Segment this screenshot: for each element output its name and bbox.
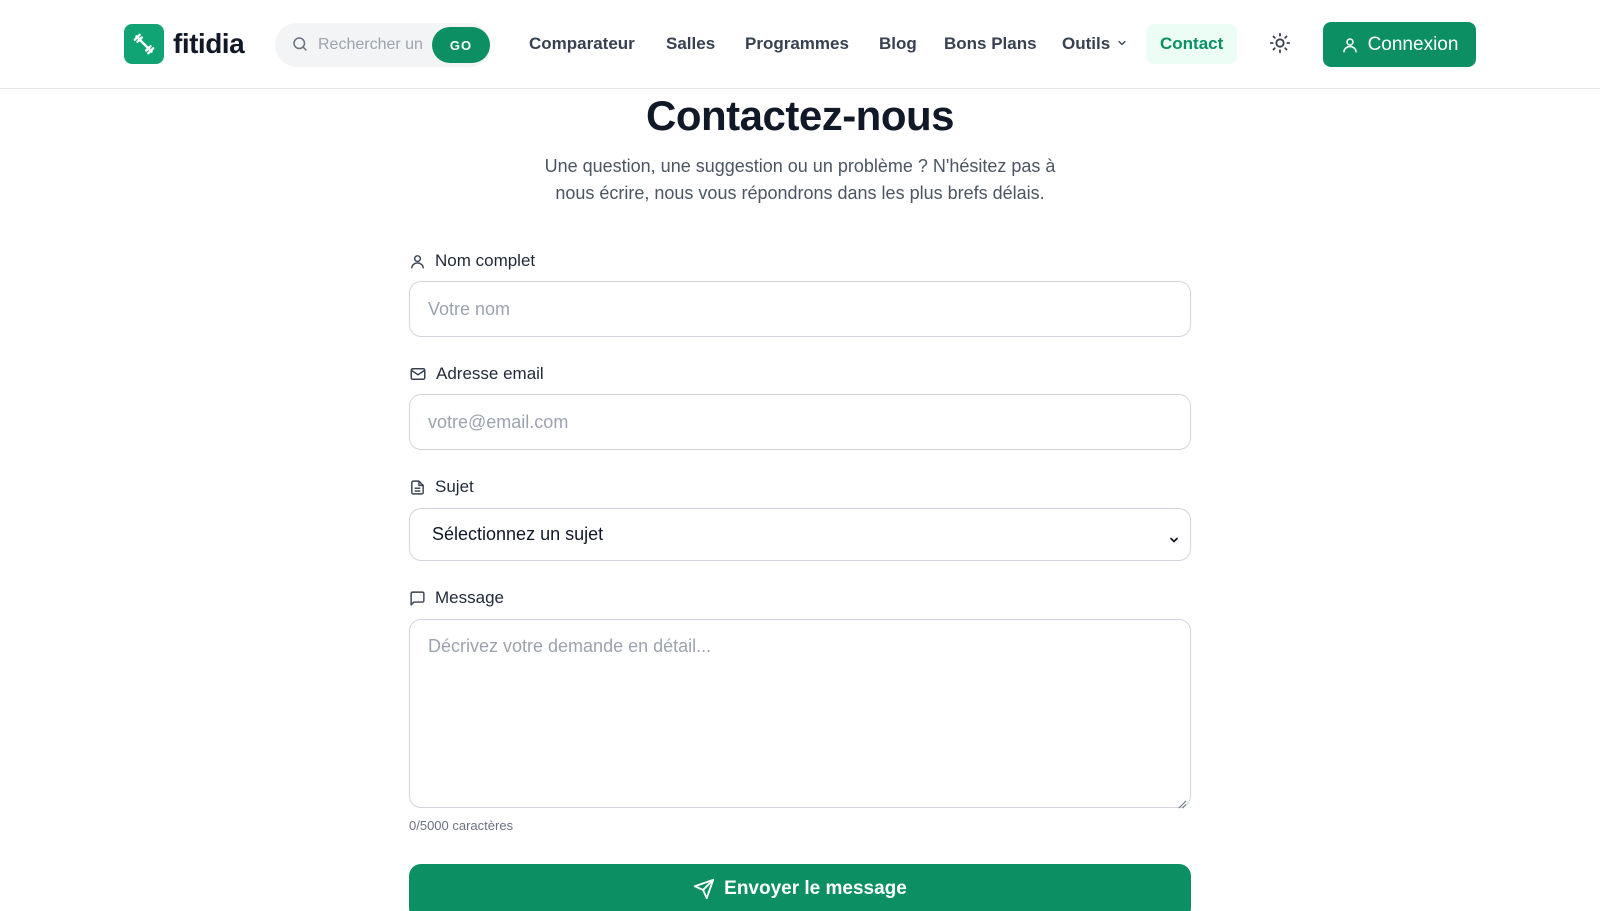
nav-item-contact[interactable]: Contact [1146, 24, 1238, 64]
nav-item-outils[interactable]: Outils [1062, 24, 1128, 64]
chevron-down-icon [1168, 530, 1180, 551]
brand-logo[interactable]: fitidia [124, 24, 245, 64]
dumbbell-icon [124, 24, 164, 64]
email-label-text: Adresse email [436, 364, 544, 383]
search-bar: GO [275, 23, 491, 67]
user-icon [1342, 37, 1357, 52]
subject-selected-value: Sélectionnez un sujet [432, 524, 604, 544]
nav-item-programmes[interactable]: Programmes [745, 24, 849, 64]
file-text-icon [411, 479, 424, 495]
message-label-text: Message [435, 588, 504, 607]
nav-item-blog[interactable]: Blog [879, 24, 917, 64]
name-input[interactable] [409, 281, 1191, 337]
login-button[interactable]: Connexion [1323, 22, 1476, 67]
nav-item-salles[interactable]: Salles [666, 24, 715, 64]
message-square-icon [410, 590, 425, 606]
search-input[interactable] [318, 33, 438, 57]
page-title: Contactez-nous [646, 92, 955, 139]
send-message-button[interactable]: Envoyer le message [409, 864, 1191, 911]
name-label: Nom complet [409, 250, 535, 272]
theme-toggle-button[interactable] [1267, 32, 1293, 58]
name-label-text: Nom complet [435, 251, 536, 270]
chevron-down-icon [1116, 34, 1128, 54]
send-icon [694, 878, 715, 900]
search-icon [291, 35, 309, 58]
subject-label-text: Sujet [435, 477, 474, 496]
login-label: Connexion [1367, 33, 1459, 55]
mail-icon [410, 368, 426, 380]
page-subtitle: Une question, une suggestion ou un probl… [520, 153, 1080, 207]
search-go-button[interactable]: GO [432, 27, 490, 63]
user-icon [411, 254, 424, 269]
subtitle-line-1: Une question, une suggestion ou un probl… [544, 156, 1056, 176]
character-counter: 0/5000 caractères [409, 818, 514, 833]
resize-handle-icon[interactable] [1178, 796, 1187, 814]
subject-select[interactable]: Sélectionnez un sujet [409, 508, 1191, 561]
site-header: fitidia GO Comparateur Salles Programmes… [0, 0, 1600, 89]
sun-icon [1269, 32, 1291, 59]
send-message-label: Envoyer le message [724, 878, 907, 899]
nav-item-outils-label: Outils [1062, 34, 1111, 53]
email-label: Adresse email [409, 363, 544, 385]
message-label: Message [409, 587, 504, 609]
message-textarea[interactable] [409, 619, 1191, 808]
nav-item-bons-plans[interactable]: Bons Plans [944, 24, 1037, 64]
nav-item-comparateur[interactable]: Comparateur [529, 24, 635, 64]
brand-name: fitidia [173, 28, 245, 59]
email-input[interactable] [409, 394, 1191, 450]
subject-label: Sujet [409, 476, 474, 498]
subtitle-line-2: nous écrire, nous vous répondrons dans l… [555, 183, 1045, 203]
